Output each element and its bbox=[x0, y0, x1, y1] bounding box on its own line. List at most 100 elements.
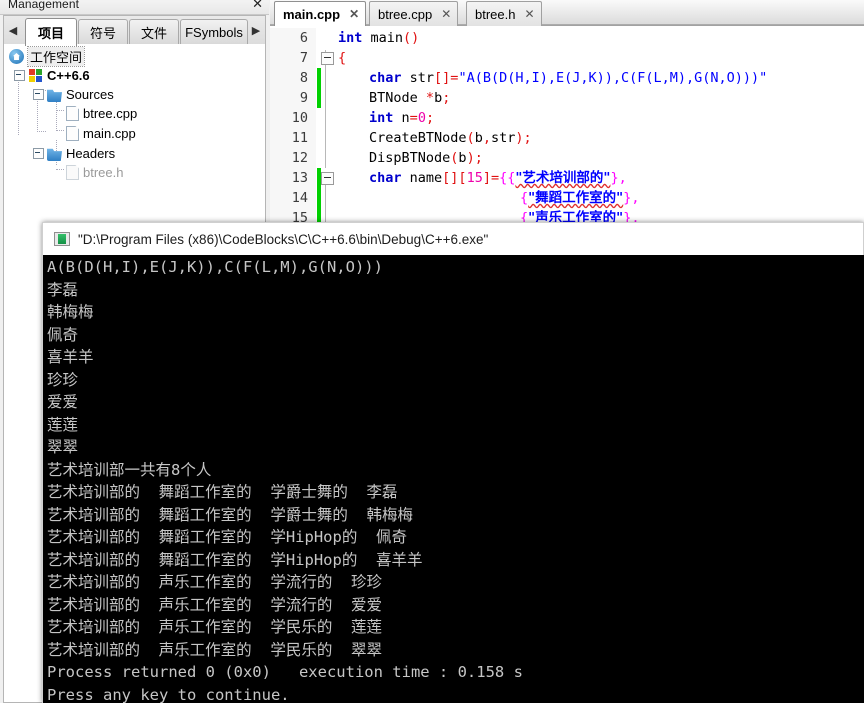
line-number: 11 bbox=[291, 130, 308, 146]
tab-files[interactable]: 文件 bbox=[129, 19, 179, 45]
identifier-b: b bbox=[474, 130, 483, 146]
editor-tab-label: btree.cpp bbox=[378, 6, 433, 22]
chevron-left-icon[interactable]: ◀ bbox=[6, 21, 20, 41]
console-line: 翠翠 bbox=[47, 438, 79, 456]
console-output[interactable]: A(B(D(H,I),E(J,K)),C(F(L,M),G(N,O))) 李磊 … bbox=[42, 255, 864, 703]
tree-connector bbox=[56, 130, 64, 131]
console-line: 李磊 bbox=[47, 280, 79, 299]
editor-tab-main-cpp[interactable]: main.cpp ✕ bbox=[274, 1, 367, 26]
folder-icon bbox=[47, 148, 62, 161]
close-icon[interactable]: ✕ bbox=[524, 7, 534, 21]
tree-label-btree-h: btree.h bbox=[83, 165, 124, 180]
file-icon bbox=[66, 106, 79, 121]
project-icon bbox=[28, 68, 43, 83]
tree-item-workspace[interactable]: 工作空间 bbox=[9, 46, 86, 67]
keyword-char: char bbox=[369, 70, 402, 86]
console-line: 珍珍 bbox=[47, 370, 79, 389]
code-line-11: CreateBTNode(b,str); bbox=[369, 130, 532, 146]
tree-label-workspace: 工作空间 bbox=[26, 46, 86, 67]
code-line-8: char str[]="A(B(D(H,I),E(J,K)),C(F(L,M),… bbox=[369, 70, 768, 86]
tree-connector bbox=[56, 110, 64, 111]
tree-label-sources: Sources bbox=[66, 87, 114, 102]
workspace-icon bbox=[9, 49, 24, 64]
identifier-b: b bbox=[434, 90, 443, 106]
code-line-10: int n=0; bbox=[369, 110, 435, 126]
console-line-prompt: Press any key to continue. bbox=[47, 685, 290, 703]
code-editor: main.cpp ✕ btree.cpp ✕ btree.h ✕ 6 7 8 9… bbox=[270, 0, 864, 228]
keyword-int: int bbox=[338, 30, 363, 46]
identifier-name: name bbox=[409, 170, 443, 186]
type-btnode: BTNode bbox=[369, 90, 418, 106]
console-line: A(B(D(H,I),E(J,K)),C(F(L,M),G(N,O))) bbox=[47, 258, 383, 276]
tree-item-sources[interactable]: Sources bbox=[33, 85, 114, 104]
tree-label-btree-cpp: btree.cpp bbox=[83, 106, 138, 121]
code-text-area[interactable]: 6 7 8 9 10 11 12 13 14 15 int main() { c… bbox=[270, 28, 864, 228]
tree-connector bbox=[56, 100, 57, 131]
code-line-12: DispBTNode(b); bbox=[369, 150, 483, 166]
management-title: Management bbox=[8, 0, 80, 11]
fold-connector bbox=[325, 50, 326, 168]
line-number: 12 bbox=[291, 150, 308, 166]
editor-tabstrip: main.cpp ✕ btree.cpp ✕ btree.h ✕ bbox=[270, 0, 864, 26]
change-marker bbox=[317, 68, 321, 108]
console-line: 艺术培训部的 舞蹈工作室的 学HipHop的 佩奇 bbox=[47, 528, 407, 546]
console-line: 莲莲 bbox=[47, 415, 79, 434]
console-line: 佩奇 bbox=[47, 325, 79, 344]
console-title-text: "D:\Program Files (x86)\CodeBlocks\C\C++… bbox=[78, 231, 489, 247]
collapse-expander-icon[interactable] bbox=[33, 89, 44, 100]
console-line: 艺术培训部的 舞蹈工作室的 学HipHop的 喜羊羊 bbox=[47, 550, 423, 569]
code-line-7: { bbox=[338, 50, 347, 66]
chevron-right-icon[interactable]: ▶ bbox=[249, 21, 263, 41]
tree-item-btree-cpp[interactable]: btree.cpp bbox=[64, 104, 137, 123]
console-line: 爱爱 bbox=[47, 393, 79, 411]
console-line: 艺术培训部的 舞蹈工作室的 学爵士舞的 李磊 bbox=[47, 483, 398, 501]
identifier-n: n bbox=[401, 110, 410, 126]
line-number: 9 bbox=[299, 90, 308, 106]
line-number: 13 bbox=[291, 170, 308, 186]
console-titlebar[interactable]: "D:\Program Files (x86)\CodeBlocks\C\C++… bbox=[42, 222, 864, 255]
code-line-6: int main() bbox=[338, 30, 420, 46]
console-line: 艺术培训部的 声乐工作室的 学民乐的 翠翠 bbox=[47, 640, 382, 659]
console-window: "D:\Program Files (x86)\CodeBlocks\C\C++… bbox=[42, 222, 864, 703]
function-createbtnode: CreateBTNode bbox=[369, 130, 467, 146]
editor-tab-btree-h[interactable]: btree.h ✕ bbox=[466, 1, 542, 26]
tree-connector bbox=[37, 131, 46, 132]
close-icon[interactable]: ✕ bbox=[441, 7, 451, 21]
fold-toggle-icon[interactable] bbox=[321, 52, 334, 65]
folder-icon bbox=[47, 89, 62, 102]
number-zero: 0 bbox=[417, 110, 426, 126]
tree-label-project: C++6.6 bbox=[47, 68, 90, 83]
console-line: 艺术培训部的 声乐工作室的 学流行的 爱爱 bbox=[47, 595, 382, 614]
collapse-expander-icon[interactable] bbox=[33, 148, 44, 159]
tab-fsymbols[interactable]: FSymbols bbox=[180, 19, 248, 45]
identifier-str: str bbox=[490, 130, 516, 146]
console-line: 艺术培训部的 舞蹈工作室的 学爵士舞的 韩梅梅 bbox=[47, 505, 413, 524]
keyword-char: char bbox=[369, 170, 402, 186]
editor-tab-btree-cpp[interactable]: btree.cpp ✕ bbox=[369, 1, 459, 26]
identifier-b: b bbox=[458, 150, 467, 166]
string-literal-cjk-2: "舞蹈工作室的" bbox=[528, 190, 624, 206]
tree-item-main-cpp[interactable]: main.cpp bbox=[64, 124, 136, 143]
close-icon[interactable]: ✕ bbox=[349, 7, 359, 21]
console-line: 艺术培训部一共有8个人 bbox=[47, 460, 212, 479]
tree-item-project[interactable]: C++6.6 bbox=[14, 66, 90, 85]
code-line-13: char name[][15]={{"艺术培训部的"}, bbox=[369, 170, 627, 186]
identifier-str: str bbox=[409, 70, 435, 86]
tree-connector bbox=[56, 169, 64, 170]
tab-projects[interactable]: 项目 bbox=[25, 18, 77, 46]
close-icon[interactable]: ✕ bbox=[252, 0, 263, 11]
console-line: 韩梅梅 bbox=[47, 303, 94, 321]
string-literal-tree: "A(B(D(H,I),E(J,K)),C(F(L,M),G(N,O)))" bbox=[458, 70, 768, 86]
code-line-9: BTNode *b; bbox=[369, 90, 451, 106]
tree-label-headers: Headers bbox=[66, 146, 116, 161]
ide-background: Management ✕ ◀ 项目 符号 文件 FSymbols ▶ 工作空间 bbox=[0, 0, 864, 703]
tab-symbols[interactable]: 符号 bbox=[78, 19, 128, 45]
tree-item-headers[interactable]: Headers bbox=[33, 144, 115, 163]
line-number: 7 bbox=[299, 50, 308, 66]
line-number: 8 bbox=[299, 70, 308, 86]
collapse-expander-icon[interactable] bbox=[14, 70, 25, 81]
console-line: 艺术培训部的 声乐工作室的 学流行的 珍珍 bbox=[47, 573, 382, 591]
function-dispbtnode: DispBTNode bbox=[369, 150, 451, 166]
fold-toggle-icon[interactable] bbox=[321, 172, 334, 185]
tree-item-btree-h[interactable]: btree.h bbox=[64, 163, 123, 182]
